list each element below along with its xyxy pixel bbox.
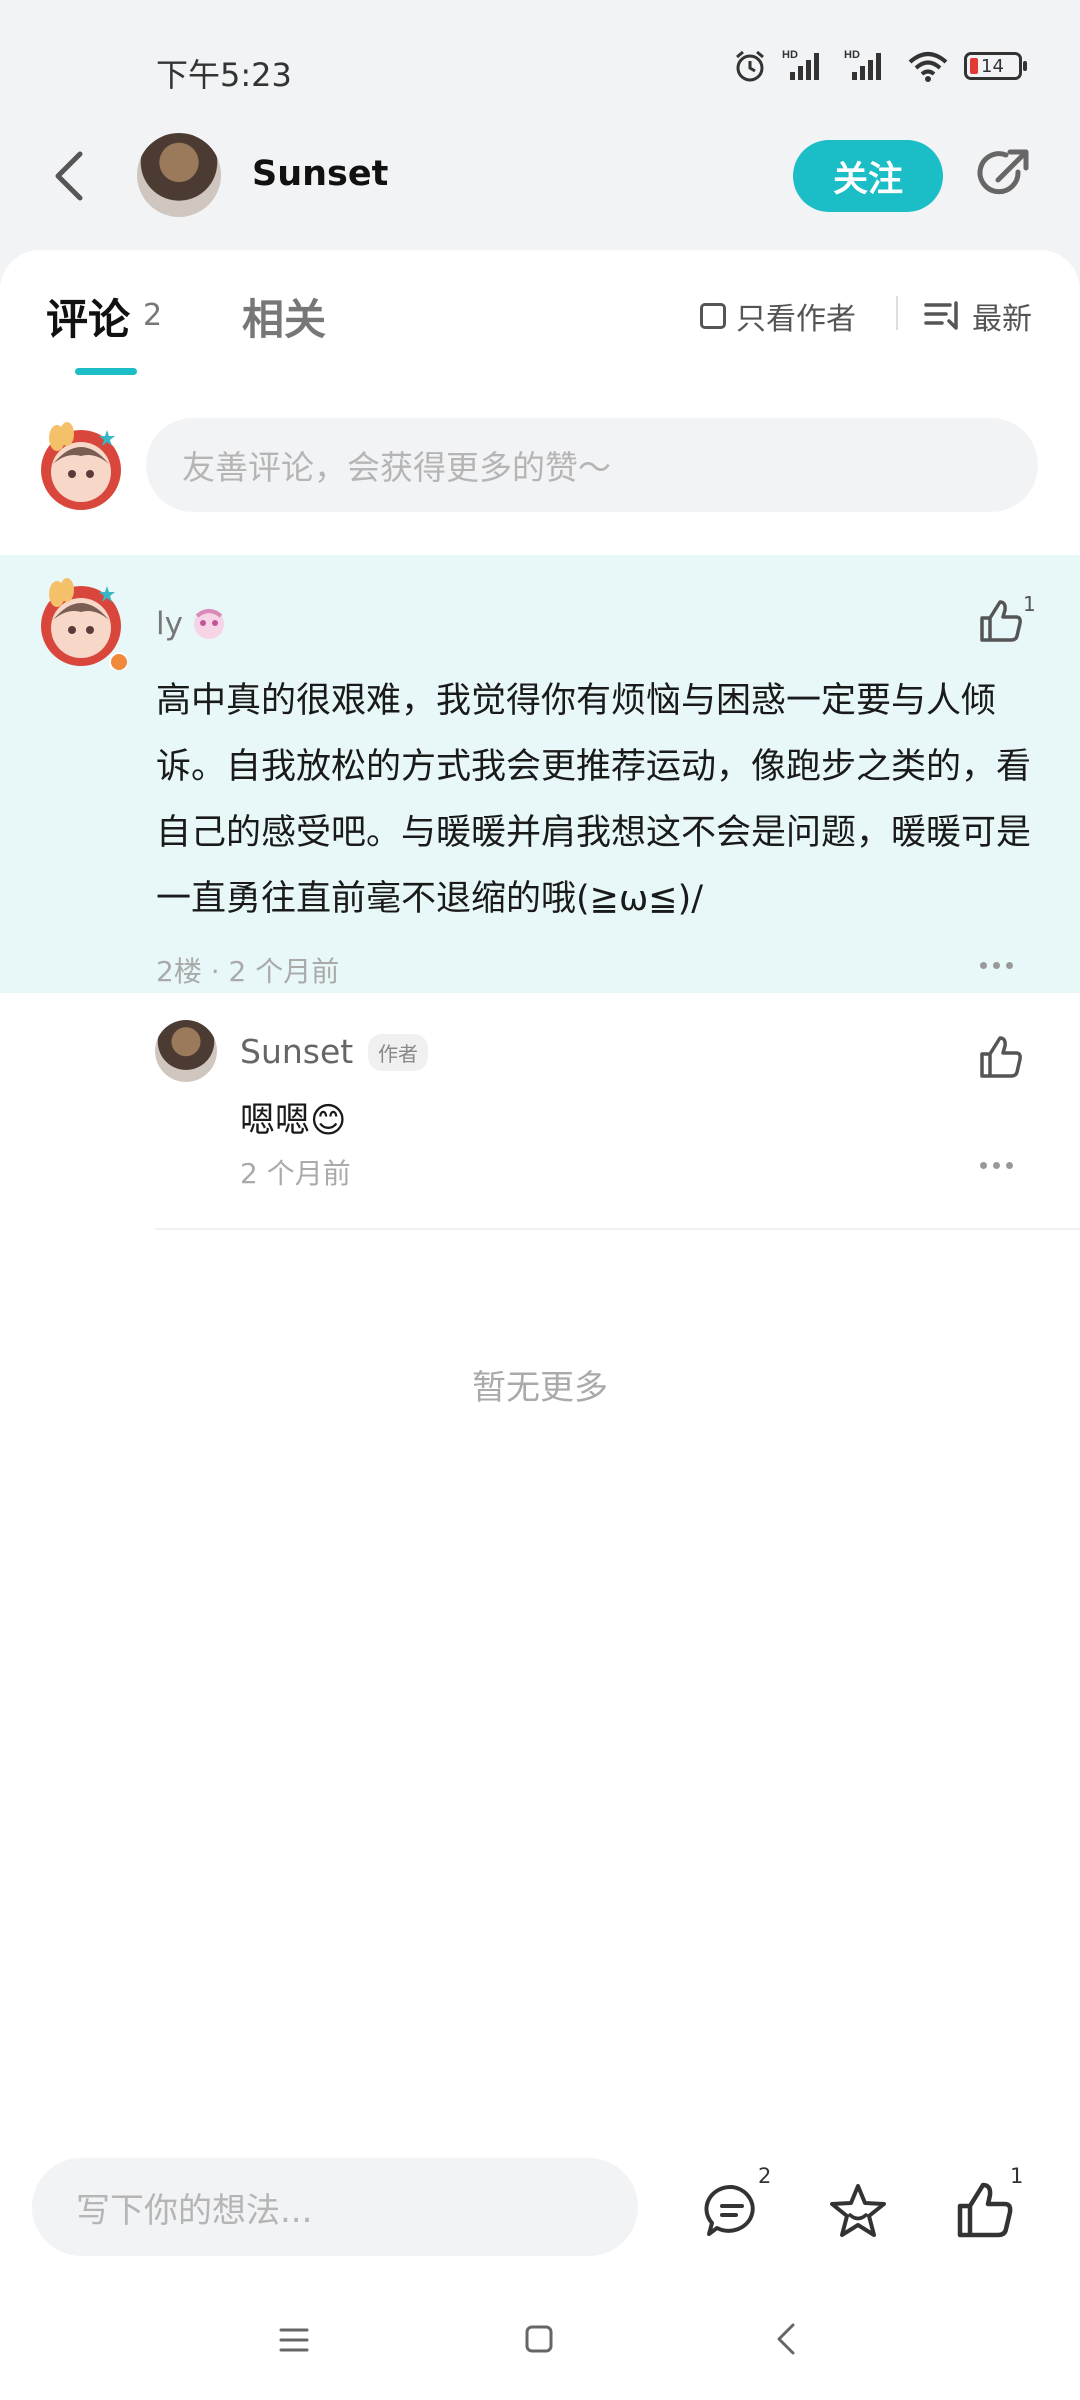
alarm-icon: [736, 50, 764, 82]
status-icons: HD HD 14: [732, 48, 1027, 84]
reply-text: 嗯嗯😊: [240, 1101, 347, 1141]
reply-avatar[interactable]: [155, 1020, 217, 1082]
author-only-toggle[interactable]: 只看作者: [700, 294, 856, 338]
checkbox-icon[interactable]: [700, 303, 726, 329]
svg-text:HD: HD: [782, 49, 798, 61]
like-count: 1: [1010, 2164, 1024, 2188]
write-thoughts-input[interactable]: 写下你的想法...: [32, 2158, 638, 2256]
battery-level: 14: [981, 55, 1004, 77]
recent-apps-icon[interactable]: [278, 2326, 310, 2354]
commenter-name-label: ly: [156, 606, 183, 642]
author-avatar[interactable]: [137, 133, 221, 217]
no-more-label: 暂无更多: [472, 1368, 608, 1408]
sort-icon: [924, 301, 958, 330]
comment-input[interactable]: 友善评论，会获得更多的赞～: [146, 418, 1038, 512]
write-thoughts-placeholder: 写下你的想法...: [76, 2190, 313, 2231]
share-icon[interactable]: [974, 146, 1032, 204]
back-icon[interactable]: [48, 148, 92, 204]
tab-comments[interactable]: 评论: [46, 286, 130, 347]
author-name[interactable]: Sunset: [252, 154, 388, 194]
sort-label: 最新: [972, 302, 1032, 337]
user-badge-icon: [193, 609, 224, 639]
comment-meta: 2楼 · 2 个月前: [156, 955, 340, 988]
my-avatar: [41, 422, 121, 510]
author-badge: 作者: [368, 1034, 428, 1071]
commenter-name[interactable]: ly: [156, 606, 229, 642]
home-icon[interactable]: [524, 2324, 554, 2354]
wifi-icon: [908, 52, 948, 82]
comment-like-icon[interactable]: [978, 598, 1024, 644]
comment-input-placeholder: 友善评论，会获得更多的赞～: [182, 448, 611, 487]
system-back-icon[interactable]: [775, 2322, 797, 2356]
like-icon[interactable]: [955, 2180, 1015, 2240]
active-tab-indicator: [75, 368, 137, 375]
comment-count: 2: [758, 2164, 772, 2188]
reply-more-options-icon[interactable]: [980, 1162, 1013, 1169]
comment-like-count: 1: [1023, 592, 1036, 616]
favorite-star-icon[interactable]: [828, 2182, 888, 2240]
hd-signal-icon: HD: [782, 49, 819, 80]
tab-related[interactable]: 相关: [242, 286, 326, 347]
more-options-icon[interactable]: [980, 962, 1013, 969]
sort-button[interactable]: 最新: [924, 294, 1032, 338]
reply-time: 2 个月前: [240, 1157, 351, 1190]
commenter-avatar[interactable]: [35, 578, 127, 670]
reply-like-icon[interactable]: [978, 1034, 1024, 1080]
status-time: 下午5:23: [156, 56, 292, 94]
reply-user-name[interactable]: Sunset: [240, 1032, 353, 1071]
comment-text: 高中真的很艰难，我觉得你有烦恼与困惑一定要与人倾诉。自我放松的方式我会更推荐运动…: [156, 681, 1032, 919]
author-only-label: 只看作者: [736, 302, 856, 337]
divider: [896, 296, 898, 330]
reply-divider: [155, 1228, 1080, 1230]
comments-count: 2: [143, 298, 163, 333]
comments-sheet: [0, 250, 1080, 2130]
comment-icon[interactable]: [703, 2182, 761, 2240]
battery-icon: 14: [964, 52, 1027, 80]
follow-button[interactable]: 关注: [793, 140, 943, 212]
svg-text:HD: HD: [844, 49, 860, 61]
hd-signal-icon: HD: [844, 49, 881, 80]
